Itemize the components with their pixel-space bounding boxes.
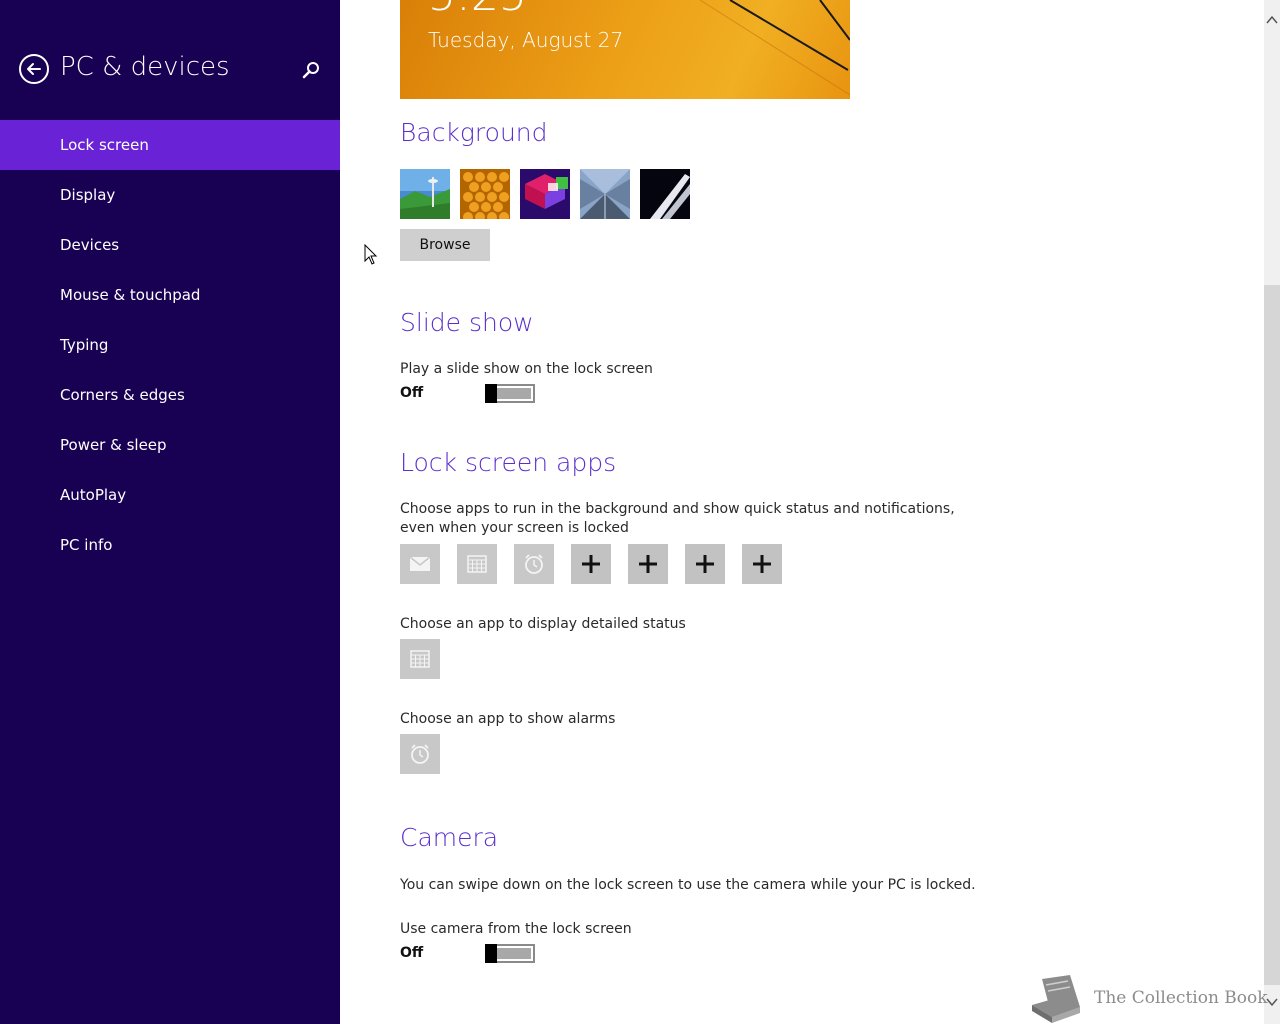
plus-icon: [639, 555, 657, 573]
lock-screen-preview: 5:25 Tuesday, August 27: [400, 0, 850, 99]
app-slot-add-4[interactable]: [742, 544, 782, 584]
app-slot-alarm[interactable]: [514, 544, 554, 584]
alarm-app-slot[interactable]: [400, 734, 440, 774]
thumbnail-bridge[interactable]: [580, 169, 630, 219]
sidebar-item-typing[interactable]: Typing: [0, 320, 340, 370]
app-slot-mail[interactable]: [400, 544, 440, 584]
camera-toggle-label: Use camera from the lock screen: [400, 921, 632, 937]
camera-state: Off: [400, 945, 424, 961]
plus-icon: [753, 555, 771, 573]
lock-screen-apps-list: [400, 544, 782, 584]
sidebar-item-devices[interactable]: Devices: [0, 220, 340, 270]
app-slot-calendar[interactable]: [457, 544, 497, 584]
thumbnail-honeycomb[interactable]: [460, 169, 510, 219]
app-slot-add-1[interactable]: [571, 544, 611, 584]
background-heading: Background: [400, 118, 548, 147]
toggle-knob: [485, 384, 497, 403]
camera-toggle[interactable]: [485, 944, 535, 963]
camera-description: You can swipe down on the lock screen to…: [400, 877, 976, 893]
detailed-status-label: Choose an app to display detailed status: [400, 616, 686, 632]
sidebar-item-corners-edges[interactable]: Corners & edges: [0, 370, 340, 420]
calendar-icon: [410, 650, 430, 668]
mail-icon: [409, 556, 431, 571]
plus-icon: [582, 555, 600, 573]
background-thumbnails: [400, 169, 690, 219]
thumbnail-color-cubes[interactable]: [520, 169, 570, 219]
back-arrow-icon[interactable]: [19, 54, 49, 84]
camera-heading: Camera: [400, 823, 499, 852]
lock-screen-apps-heading: Lock screen apps: [400, 448, 617, 477]
plus-icon: [696, 555, 714, 573]
search-icon[interactable]: [301, 60, 321, 80]
slide-show-toggle[interactable]: [485, 384, 535, 403]
mouse-cursor-icon: [364, 244, 378, 265]
calendar-icon: [467, 555, 487, 573]
book-logo-icon: [1032, 975, 1080, 1023]
thumbnail-space-needle[interactable]: [400, 169, 450, 219]
preview-date: Tuesday, August 27: [428, 28, 624, 52]
sidebar-item-lock-screen[interactable]: Lock screen: [0, 120, 340, 170]
preview-time: 5:25: [428, 0, 527, 21]
alarms-label: Choose an app to show alarms: [400, 711, 616, 727]
app-slot-add-2[interactable]: [628, 544, 668, 584]
detailed-status-app-slot[interactable]: [400, 639, 440, 679]
lock-screen-apps-description: Choose apps to run in the background and…: [400, 501, 955, 536]
slide-show-description: Play a slide show on the lock screen: [400, 361, 653, 377]
sidebar-item-autoplay[interactable]: AutoPlay: [0, 470, 340, 520]
page-title: PC & devices: [60, 52, 230, 82]
sidebar-item-pc-info[interactable]: PC info: [0, 520, 340, 570]
sidebar-item-power-sleep[interactable]: Power & sleep: [0, 420, 340, 470]
main-content: 5:25 Tuesday, August 27 Background: [340, 0, 1264, 1024]
app-slot-add-3[interactable]: [685, 544, 725, 584]
thumbnail-piano-keys[interactable]: [640, 169, 690, 219]
scrollbar-thumb[interactable]: [1264, 285, 1280, 985]
sidebar-item-mouse-touchpad[interactable]: Mouse & touchpad: [0, 270, 340, 320]
slide-show-heading: Slide show: [400, 308, 534, 337]
alarm-icon: [525, 554, 543, 574]
browse-button[interactable]: Browse: [400, 229, 490, 261]
alarm-icon: [411, 744, 429, 764]
toggle-knob: [485, 944, 497, 963]
sidebar-item-display[interactable]: Display: [0, 170, 340, 220]
watermark-text: The Collection Book: [1094, 988, 1268, 1008]
slide-show-state: Off: [400, 385, 424, 401]
sidebar-nav: Lock screen Display Devices Mouse & touc…: [0, 120, 340, 570]
sidebar: PC & devices Lock screen Display Devices…: [0, 0, 340, 1024]
scroll-up-arrow-icon[interactable]: [1266, 14, 1278, 26]
